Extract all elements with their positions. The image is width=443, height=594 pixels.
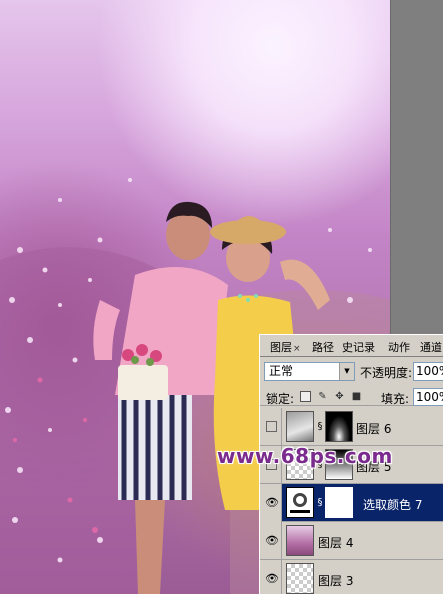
blend-opacity-row: 正常 ▼ 不透明度: 100% xyxy=(260,362,443,382)
mask-thumb-icon xyxy=(325,411,353,442)
eye-icon[interactable]: 👁 xyxy=(265,497,279,509)
layers-list: § 图层 6 § 图层 5 👁 § 选取颜色 7 👁 图层 4 👁 图层 3 xyxy=(260,408,443,594)
visibility-cell[interactable] xyxy=(260,408,282,446)
lock-all-icon[interactable]: ■ xyxy=(351,391,362,402)
mask-thumb-icon xyxy=(325,487,353,518)
link-icon: § xyxy=(317,421,323,432)
tab-actions[interactable]: 动作 xyxy=(388,339,410,355)
layer-row-selected[interactable]: 👁 § 选取颜色 7 xyxy=(260,484,443,522)
lock-label: 锁定: xyxy=(266,392,295,406)
layer-row[interactable]: 👁 图层 3 xyxy=(260,560,443,594)
layer-name: 图层 6 xyxy=(356,422,392,436)
panel-tabs: 图层× 路径 史记录 动作 通道 xyxy=(260,335,443,357)
layer-name: 选取颜色 7 xyxy=(363,498,423,512)
site-watermark: www.68ps.com xyxy=(217,444,393,468)
layer-thumb-icon xyxy=(286,411,314,442)
tab-channels[interactable]: 通道 xyxy=(420,339,442,355)
lock-paint-brush-icon[interactable]: ✎ xyxy=(317,391,328,402)
visibility-cell[interactable]: 👁 xyxy=(260,560,282,594)
tab-paths[interactable]: 路径 xyxy=(312,339,334,355)
tab-layers[interactable]: 图层× xyxy=(270,339,301,355)
opacity-label: 不透明度: xyxy=(360,366,413,380)
chevron-down-icon[interactable]: ▼ xyxy=(339,363,354,380)
lock-transparent-icon[interactable] xyxy=(300,391,311,402)
eye-icon[interactable]: 👁 xyxy=(265,535,279,547)
adjustment-layer-icon xyxy=(286,487,314,518)
eye-icon[interactable]: 👁 xyxy=(265,573,279,585)
layer-name: 图层 3 xyxy=(318,574,354,588)
link-icon: § xyxy=(317,497,323,508)
layer-row[interactable]: 👁 图层 4 xyxy=(260,522,443,560)
transparent-thumb-icon xyxy=(286,563,314,594)
photo-thumb-icon xyxy=(286,525,314,556)
layer-name: 图层 4 xyxy=(318,536,354,550)
visibility-off-checkbox[interactable] xyxy=(266,421,277,432)
fill-label: 填充: xyxy=(381,392,410,406)
layer-row[interactable]: § 图层 6 xyxy=(260,408,443,446)
lock-move-icon[interactable]: ✥ xyxy=(334,391,345,402)
visibility-cell[interactable]: 👁 xyxy=(260,484,282,522)
fill-input[interactable]: 100% xyxy=(413,388,443,406)
blend-mode-value: 正常 xyxy=(269,364,294,378)
tab-layers-label: 图层 xyxy=(270,341,292,354)
visibility-cell[interactable]: 👁 xyxy=(260,522,282,560)
opacity-input[interactable]: 100% xyxy=(413,362,443,381)
tab-history[interactable]: 史记录 xyxy=(342,339,375,355)
blend-mode-select[interactable]: 正常 ▼ xyxy=(264,362,355,381)
close-icon[interactable]: × xyxy=(293,344,301,354)
lock-fill-row: 锁定: ✎ ✥ ■ 填充: 100% xyxy=(260,388,443,406)
